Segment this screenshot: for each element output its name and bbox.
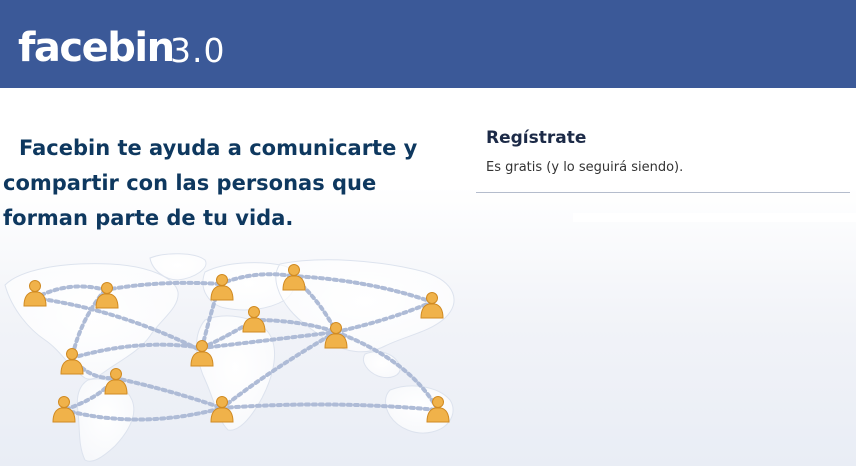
- person-icon: [52, 396, 76, 423]
- register-subtitle: Es gratis (y lo seguirá siendo).: [486, 160, 684, 175]
- world-map-svg: [4, 253, 455, 462]
- register-title: Regístrate: [486, 128, 587, 148]
- version-label: 3.0: [170, 31, 226, 70]
- register-divider: [476, 192, 850, 193]
- north-america-shape: [4, 263, 179, 380]
- top-bar: facebin 3.0: [0, 0, 856, 88]
- site-logo[interactable]: facebin: [18, 24, 175, 72]
- register-form-area: [573, 213, 856, 222]
- tagline: Facebin te ayuda a comunicarte y compart…: [3, 136, 418, 230]
- world-map-illustration: [0, 250, 470, 466]
